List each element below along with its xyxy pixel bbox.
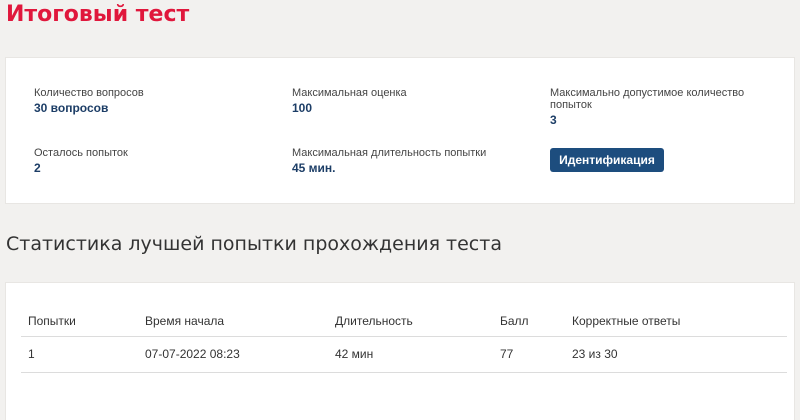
- max-duration-value: 45 мин.: [292, 161, 336, 175]
- max-score-label: Максимальная оценка: [292, 87, 407, 99]
- identification-button[interactable]: Идентификация: [550, 148, 664, 172]
- stats-table: Попытки Время начала Длительность Балл К…: [21, 306, 787, 373]
- question-count-block: Количество вопросов 30 вопросов: [34, 87, 144, 115]
- question-count-value: 30 вопросов: [34, 101, 109, 115]
- max-score-value: 100: [292, 101, 313, 115]
- attempts-left-label: Осталось попыток: [34, 147, 128, 159]
- column-header-start-time: Время начала: [138, 306, 328, 337]
- table-row: 1 07-07-2022 08:23 42 мин 77 23 из 30: [21, 336, 787, 373]
- test-info-card: Количество вопросов 30 вопросов Максимал…: [5, 57, 795, 204]
- column-header-correct-answers: Корректные ответы: [565, 306, 787, 337]
- attempts-left-value: 2: [34, 161, 41, 175]
- cell-correct-answers: 23 из 30: [565, 336, 787, 373]
- column-header-attempts: Попытки: [21, 306, 138, 337]
- stats-card: Попытки Время начала Длительность Балл К…: [5, 282, 795, 420]
- max-attempts-label: Максимально допустимое количество попыто…: [550, 87, 745, 111]
- max-duration-block: Максимальная длительность попытки 45 мин…: [292, 147, 486, 175]
- cell-start-time: 07-07-2022 08:23: [138, 336, 328, 373]
- max-attempts-block: Максимально допустимое количество попыто…: [550, 87, 750, 127]
- attempts-left-block: Осталось попыток 2: [34, 147, 128, 175]
- question-count-label: Количество вопросов: [34, 87, 144, 99]
- max-score-block: Максимальная оценка 100: [292, 87, 407, 115]
- cell-duration: 42 мин: [328, 336, 493, 373]
- cell-score: 77: [493, 336, 565, 373]
- column-header-score: Балл: [493, 306, 565, 337]
- column-header-duration: Длительность: [328, 306, 493, 337]
- cell-attempt: 1: [21, 336, 138, 373]
- page-title: Итоговый тест: [6, 2, 190, 27]
- max-attempts-value: 3: [550, 113, 557, 127]
- max-duration-label: Максимальная длительность попытки: [292, 147, 487, 159]
- stats-heading: Статистика лучшей попытки прохождения те…: [6, 233, 502, 255]
- table-header-row: Попытки Время начала Длительность Балл К…: [21, 306, 787, 337]
